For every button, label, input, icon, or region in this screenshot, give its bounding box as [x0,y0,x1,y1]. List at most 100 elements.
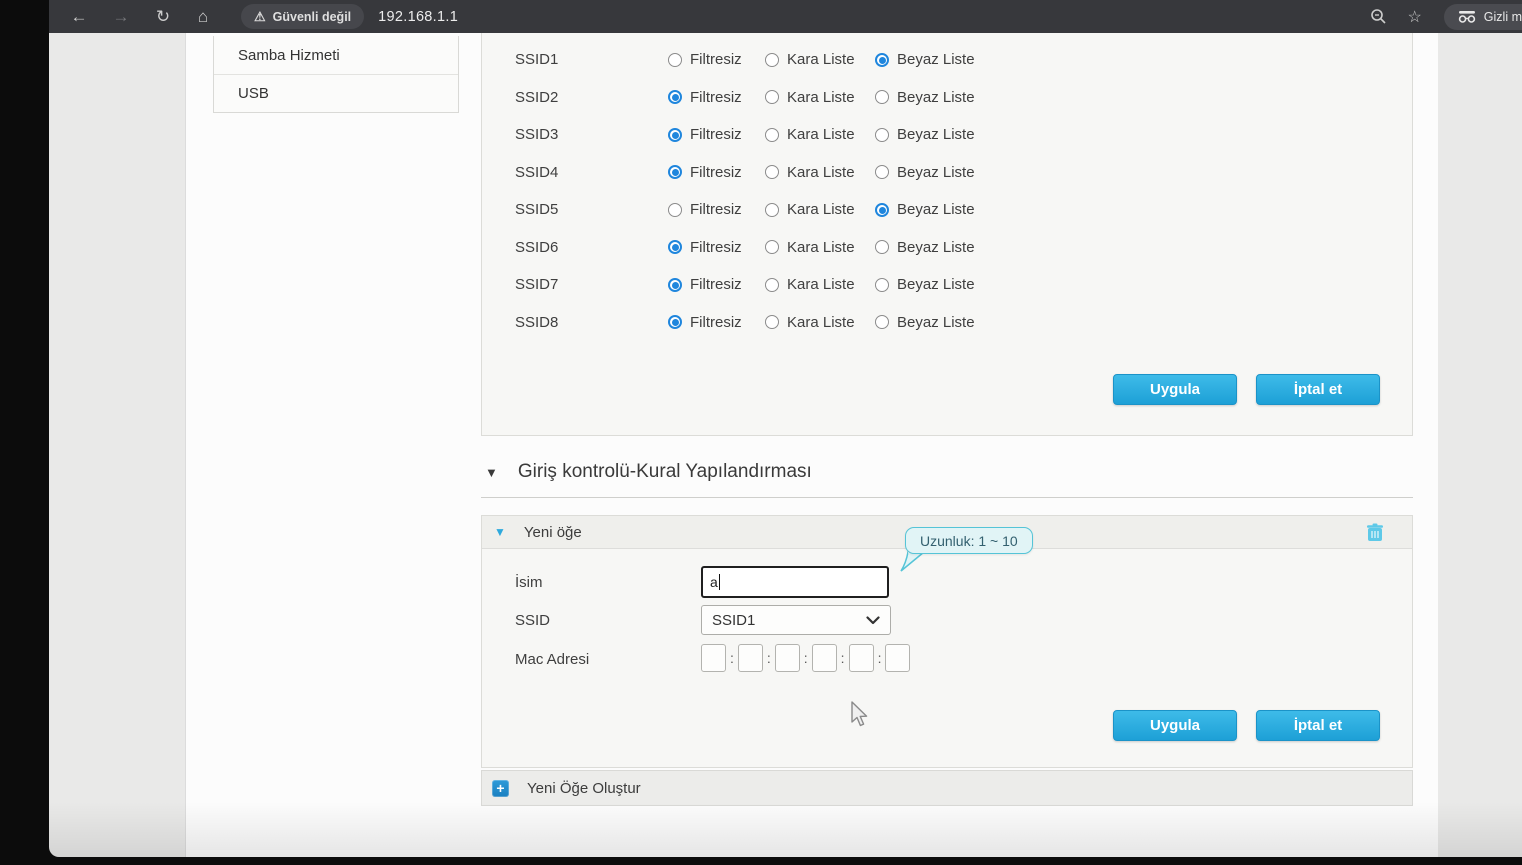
radio-selected[interactable] [668,128,682,142]
radio-option-kara-liste[interactable]: Kara Liste [765,201,875,218]
ssid-filter-row: SSID1FiltresizKara ListeBeyaz Liste [482,41,1412,79]
radio-selected[interactable] [875,53,889,67]
apply-button[interactable]: Uygula [1113,710,1237,741]
radio-selected[interactable] [668,278,682,292]
radio-unselected[interactable] [765,165,779,179]
screenshot-root: ← → ↻ ⌂ ⚠ Güvenli değil 192.168.1.1 ☆ [0,0,1522,865]
forward-icon[interactable]: → [109,8,133,25]
radio-option-beyaz-liste[interactable]: Beyaz Liste [875,276,975,293]
radio-option-filtresiz[interactable]: Filtresiz [668,164,765,181]
delete-trash-icon[interactable] [1366,523,1384,542]
radio-option-kara-liste[interactable]: Kara Liste [765,89,875,106]
radio-option-filtresiz[interactable]: Filtresiz [668,314,765,331]
radio-option-kara-liste[interactable]: Kara Liste [765,276,875,293]
radio-unselected[interactable] [875,165,889,179]
mac-octet-input[interactable] [701,644,726,672]
radio-unselected[interactable] [875,240,889,254]
radio-option-beyaz-liste[interactable]: Beyaz Liste [875,239,975,256]
incognito-badge[interactable]: Gizli m [1444,4,1522,30]
security-chip[interactable]: ⚠ Güvenli değil [241,4,364,29]
radio-selected[interactable] [875,203,889,217]
radio-unselected[interactable] [765,278,779,292]
radio-unselected[interactable] [668,203,682,217]
mac-separator: : [841,650,845,666]
bookmark-star-icon[interactable]: ☆ [1407,7,1421,27]
radio-option-beyaz-liste[interactable]: Beyaz Liste [875,314,975,331]
radio-option-beyaz-liste[interactable]: Beyaz Liste [875,126,975,143]
sidebar-item-usb[interactable]: USB [214,74,458,112]
text-caret [719,574,720,590]
radio-option-beyaz-liste[interactable]: Beyaz Liste [875,201,975,218]
ssid-row-label: SSID5 [482,201,668,218]
radio-option-label: Kara Liste [787,89,855,106]
mac-octet-input[interactable] [849,644,874,672]
radio-option-kara-liste[interactable]: Kara Liste [765,51,875,68]
apply-button[interactable]: Uygula [1113,374,1237,405]
mac-octet-input[interactable] [812,644,837,672]
radio-option-kara-liste[interactable]: Kara Liste [765,164,875,181]
ssid-filter-row: SSID8FiltresizKara ListeBeyaz Liste [482,304,1412,342]
router-admin-page: Samba Hizmeti USB SSID1FiltresizKara Lis… [49,33,1522,857]
mac-octet-input[interactable] [775,644,800,672]
ssid-row-label: SSID3 [482,126,668,143]
radio-unselected[interactable] [765,53,779,67]
mac-octet-input[interactable] [738,644,763,672]
radio-unselected[interactable] [875,128,889,142]
incognito-icon [1458,11,1476,23]
radio-option-kara-liste[interactable]: Kara Liste [765,314,875,331]
radio-unselected[interactable] [875,278,889,292]
warning-icon: ⚠ [254,10,266,23]
radio-option-label: Filtresiz [690,276,742,293]
radio-unselected[interactable] [875,315,889,329]
cancel-button[interactable]: İptal et [1256,374,1380,405]
radio-option-label: Kara Liste [787,314,855,331]
radio-selected[interactable] [668,315,682,329]
radio-unselected[interactable] [765,315,779,329]
collapse-triangle-icon[interactable]: ▼ [494,525,506,539]
mac-octet-input[interactable] [885,644,910,672]
radio-unselected[interactable] [875,90,889,104]
radio-option-kara-liste[interactable]: Kara Liste [765,239,875,256]
create-new-item-bar[interactable]: + Yeni Öğe Oluştur [481,770,1413,806]
zoom-icon[interactable] [1370,8,1387,25]
address-bar-url[interactable]: 192.168.1.1 [378,9,458,25]
ssid-filter-row: SSID5Filtresiz Kara Liste Beyaz Liste [482,191,1412,229]
radio-option-label: Beyaz Liste [897,164,975,181]
radio-selected[interactable] [668,165,682,179]
radio-option-filtresiz[interactable]: Filtresiz [668,89,765,106]
length-tooltip: Uzunluk: 1 ~ 10 [905,527,1033,554]
radio-unselected[interactable] [765,240,779,254]
radio-option-label: Filtresiz [690,51,742,68]
radio-option-beyaz-liste[interactable]: Beyaz Liste [875,51,975,68]
radio-selected[interactable] [668,90,682,104]
back-icon[interactable]: ← [67,8,91,25]
radio-unselected[interactable] [765,128,779,142]
radio-option-filtresiz[interactable]: Filtresiz [668,51,765,68]
security-chip-label: Güvenli değil [273,10,352,24]
radio-option-label: Kara Liste [787,201,855,218]
radio-option-kara-liste[interactable]: Kara Liste [765,126,875,143]
reload-icon[interactable]: ↻ [151,8,175,25]
radio-unselected[interactable] [765,90,779,104]
section-divider [481,497,1413,498]
plus-icon: + [492,780,509,797]
radio-option-beyaz-liste[interactable]: Beyaz Liste [875,164,975,181]
radio-option-label: Beyaz Liste [897,239,975,256]
ssid-field-label: SSID [515,612,550,629]
create-new-item-label: Yeni Öğe Oluştur [527,780,641,797]
ssid-row-label: SSID6 [482,239,668,256]
radio-unselected[interactable] [765,203,779,217]
collapse-triangle-icon[interactable]: ▼ [485,465,498,480]
cancel-button[interactable]: İptal et [1256,710,1380,741]
radio-option-filtresiz[interactable]: Filtresiz [668,276,765,293]
ssid-select[interactable]: SSID1 [701,605,891,635]
radio-option-filtresiz[interactable]: Filtresiz [668,201,765,218]
radio-unselected[interactable] [668,53,682,67]
radio-option-filtresiz[interactable]: Filtresiz [668,126,765,143]
home-icon[interactable]: ⌂ [191,8,215,25]
sidebar-item-samba[interactable]: Samba Hizmeti [214,36,458,74]
radio-option-beyaz-liste[interactable]: Beyaz Liste [875,89,975,106]
radio-selected[interactable] [668,240,682,254]
name-input[interactable]: a [701,566,889,598]
radio-option-filtresiz[interactable]: Filtresiz [668,239,765,256]
